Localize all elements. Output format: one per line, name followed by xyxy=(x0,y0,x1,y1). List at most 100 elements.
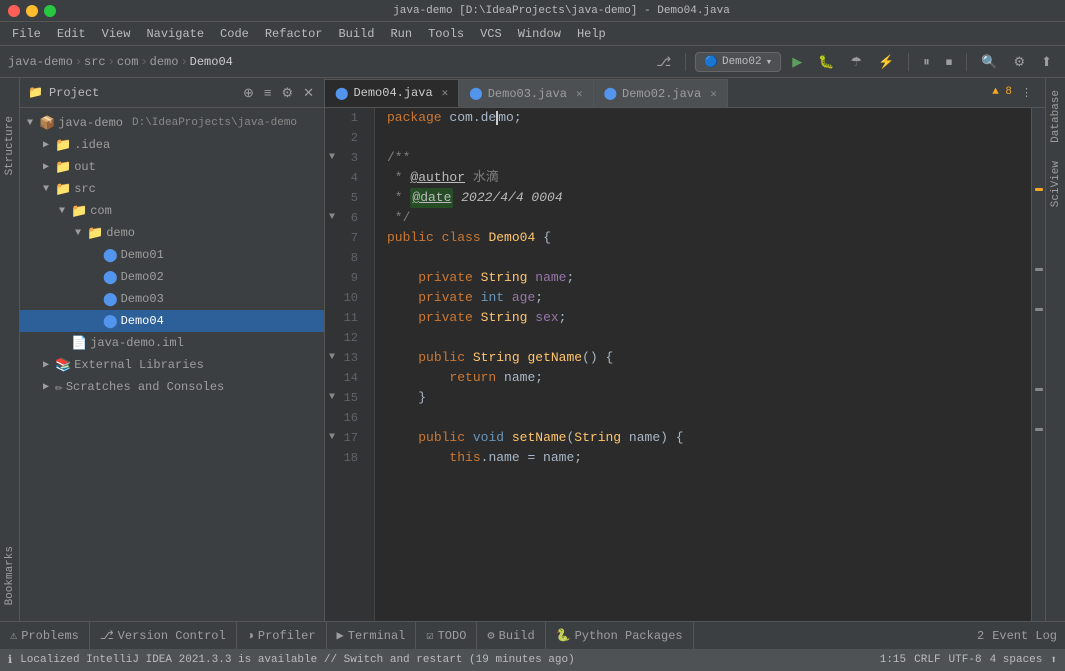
close-button[interactable] xyxy=(8,5,20,17)
breadcrumb-project[interactable]: java-demo xyxy=(8,55,73,69)
menu-view[interactable]: View xyxy=(94,25,139,43)
stop-button[interactable]: ⏹ xyxy=(941,51,958,73)
update-button[interactable]: ⬆ xyxy=(1036,51,1057,73)
fold-arrow[interactable]: ▼ xyxy=(329,348,335,368)
terminal-label: Terminal xyxy=(348,629,406,643)
fold-arrow[interactable]: ▼ xyxy=(329,148,335,168)
fold-arrow[interactable]: ▼ xyxy=(329,208,335,228)
tab-close-button[interactable]: ✕ xyxy=(576,87,583,101)
window-controls[interactable] xyxy=(8,5,56,17)
menu-vcs[interactable]: VCS xyxy=(472,25,510,43)
minimize-button[interactable] xyxy=(26,5,38,17)
tree-item-demo02[interactable]: ▶ ⬤ Demo02 xyxy=(20,266,324,288)
tab-demo03[interactable]: ⬤ Demo03.java ✕ xyxy=(459,79,593,107)
menu-navigate[interactable]: Navigate xyxy=(138,25,212,43)
run-config-selector[interactable]: 🔵 Demo02 ▾ xyxy=(695,52,781,72)
tree-item-ext-libs[interactable]: ▶ 📚 External Libraries xyxy=(20,354,324,376)
tree-item-demo01[interactable]: ▶ ⬤ Demo01 xyxy=(20,244,324,266)
menu-refactor[interactable]: Refactor xyxy=(257,25,331,43)
tree-label: Scratches and Consoles xyxy=(66,380,224,394)
code-editor[interactable]: package com.demo; /** * @author 水滴 * @da… xyxy=(375,108,1031,621)
database-tab[interactable]: Database xyxy=(1048,82,1064,151)
panel-header: 📁 Project ⊕ ≡ ⚙ ✕ xyxy=(20,78,324,108)
breadcrumb-src[interactable]: src xyxy=(84,55,106,69)
tab-close-button[interactable]: ✕ xyxy=(442,86,449,100)
settings-button[interactable]: ⚙ xyxy=(1008,51,1030,73)
project-panel: 📁 Project ⊕ ≡ ⚙ ✕ ▼ 📦 java-demo D:\IdeaP… xyxy=(20,78,325,621)
breadcrumb-file[interactable]: Demo04 xyxy=(190,55,233,69)
bookmarks-tab[interactable]: Bookmarks xyxy=(2,538,18,613)
tab-demo04[interactable]: ⬤ Demo04.java ✕ xyxy=(325,79,459,107)
indent[interactable]: 4 spaces xyxy=(990,654,1043,666)
coverage-button[interactable]: ☂ xyxy=(845,51,867,73)
menu-help[interactable]: Help xyxy=(569,25,614,43)
fold-arrow[interactable]: ▼ xyxy=(329,428,335,448)
sciview-tab[interactable]: SciView xyxy=(1048,153,1064,215)
event-log-icon: 2 xyxy=(977,629,984,643)
tree-item-demo03[interactable]: ▶ ⬤ Demo03 xyxy=(20,288,324,310)
cursor-position[interactable]: 1:15 xyxy=(880,654,906,666)
profiler-tab[interactable]: ◑ Profiler xyxy=(237,622,327,650)
panel-add-button[interactable]: ⊕ xyxy=(241,83,256,103)
panel-title: Project xyxy=(49,86,235,100)
tree-item-demo[interactable]: ▼ 📁 demo xyxy=(20,222,324,244)
panel-settings-button[interactable]: ⚙ xyxy=(279,83,295,103)
run-button[interactable]: ▶ xyxy=(787,51,807,73)
gutter-6: ▼ 6 xyxy=(325,208,366,228)
tree-item-idea[interactable]: ▶ 📁 .idea xyxy=(20,134,324,156)
problems-tab[interactable]: ⚠ Problems xyxy=(0,622,90,650)
gutter-2: 2 xyxy=(325,128,366,148)
line-gutter: 1 2 ▼ 3 4 5 ▼ 6 7 8 9 10 11 12 ▼ xyxy=(325,108,375,621)
encoding[interactable]: UTF-8 xyxy=(949,654,982,666)
menu-run[interactable]: Run xyxy=(382,25,420,43)
event-log-label[interactable]: Event Log xyxy=(992,629,1057,643)
tree-item-demo04[interactable]: ▶ ⬤ Demo04 xyxy=(20,310,324,332)
debug-button[interactable]: 🐛 xyxy=(813,51,839,73)
menu-build[interactable]: Build xyxy=(330,25,382,43)
more-run-button[interactable]: ⚡ xyxy=(873,51,899,73)
vcs-button[interactable]: ⎇ xyxy=(651,51,676,73)
tree-item-out[interactable]: ▶ 📁 out xyxy=(20,156,324,178)
scroll-mark-2 xyxy=(1035,268,1043,271)
breadcrumb-demo[interactable]: demo xyxy=(150,55,179,69)
warning-badge: ▲ 8 xyxy=(992,86,1012,98)
tab-close-button[interactable]: ✕ xyxy=(710,87,717,101)
tree-item-com[interactable]: ▼ 📁 com xyxy=(20,200,324,222)
maximize-button[interactable] xyxy=(44,5,56,17)
run-config-label: Demo02 xyxy=(722,56,762,68)
problems-icon: ⚠ xyxy=(10,628,17,643)
tree-item-scratches[interactable]: ▶ ✏ Scratches and Consoles xyxy=(20,376,324,398)
panel-close-button[interactable]: ✕ xyxy=(301,83,316,103)
scroll-mark-5 xyxy=(1035,428,1043,431)
fold-arrow[interactable]: ▼ xyxy=(329,388,335,408)
tree-item-iml[interactable]: ▶ 📄 java-demo.iml xyxy=(20,332,324,354)
breadcrumb-com[interactable]: com xyxy=(117,55,139,69)
tab-demo02[interactable]: ⬤ Demo02.java ✕ xyxy=(594,79,728,107)
push-icon[interactable]: ⬆ xyxy=(1050,653,1057,667)
search-everywhere-button[interactable]: 🔍 xyxy=(976,51,1002,73)
menu-tools[interactable]: Tools xyxy=(420,25,472,43)
menu-window[interactable]: Window xyxy=(510,25,569,43)
tab-settings-button[interactable]: ⋮ xyxy=(1016,83,1037,102)
terminal-tab[interactable]: ▶ Terminal xyxy=(327,622,417,650)
folder-icon: 📁 xyxy=(71,204,87,219)
version-control-tab[interactable]: ⎇ Version Control xyxy=(90,622,237,650)
gutter-12: 12 xyxy=(325,328,366,348)
python-packages-tab[interactable]: 🐍 Python Packages xyxy=(546,622,694,650)
tree-label: com xyxy=(90,204,112,218)
menu-code[interactable]: Code xyxy=(212,25,257,43)
java-icon: ⬤ xyxy=(103,270,118,285)
todo-tab[interactable]: ☑ TODO xyxy=(416,622,477,650)
line-ending[interactable]: CRLF xyxy=(914,654,940,666)
tree-item-src[interactable]: ▼ 📁 src xyxy=(20,178,324,200)
build-tab[interactable]: ⚙ Build xyxy=(477,622,545,650)
menu-edit[interactable]: Edit xyxy=(49,25,94,43)
suspend-button[interactable]: ⏸ xyxy=(918,51,935,73)
structure-tab[interactable]: Structure xyxy=(2,108,18,183)
scroll-indicator[interactable] xyxy=(1031,108,1045,621)
panel-collapse-button[interactable]: ≡ xyxy=(262,83,274,102)
tree-item-root[interactable]: ▼ 📦 java-demo D:\IdeaProjects\java-demo xyxy=(20,112,324,134)
menu-file[interactable]: File xyxy=(4,25,49,43)
code-line-5: * @date 2022/4/4 0004 xyxy=(375,188,1031,208)
tree-label: demo xyxy=(106,226,135,240)
